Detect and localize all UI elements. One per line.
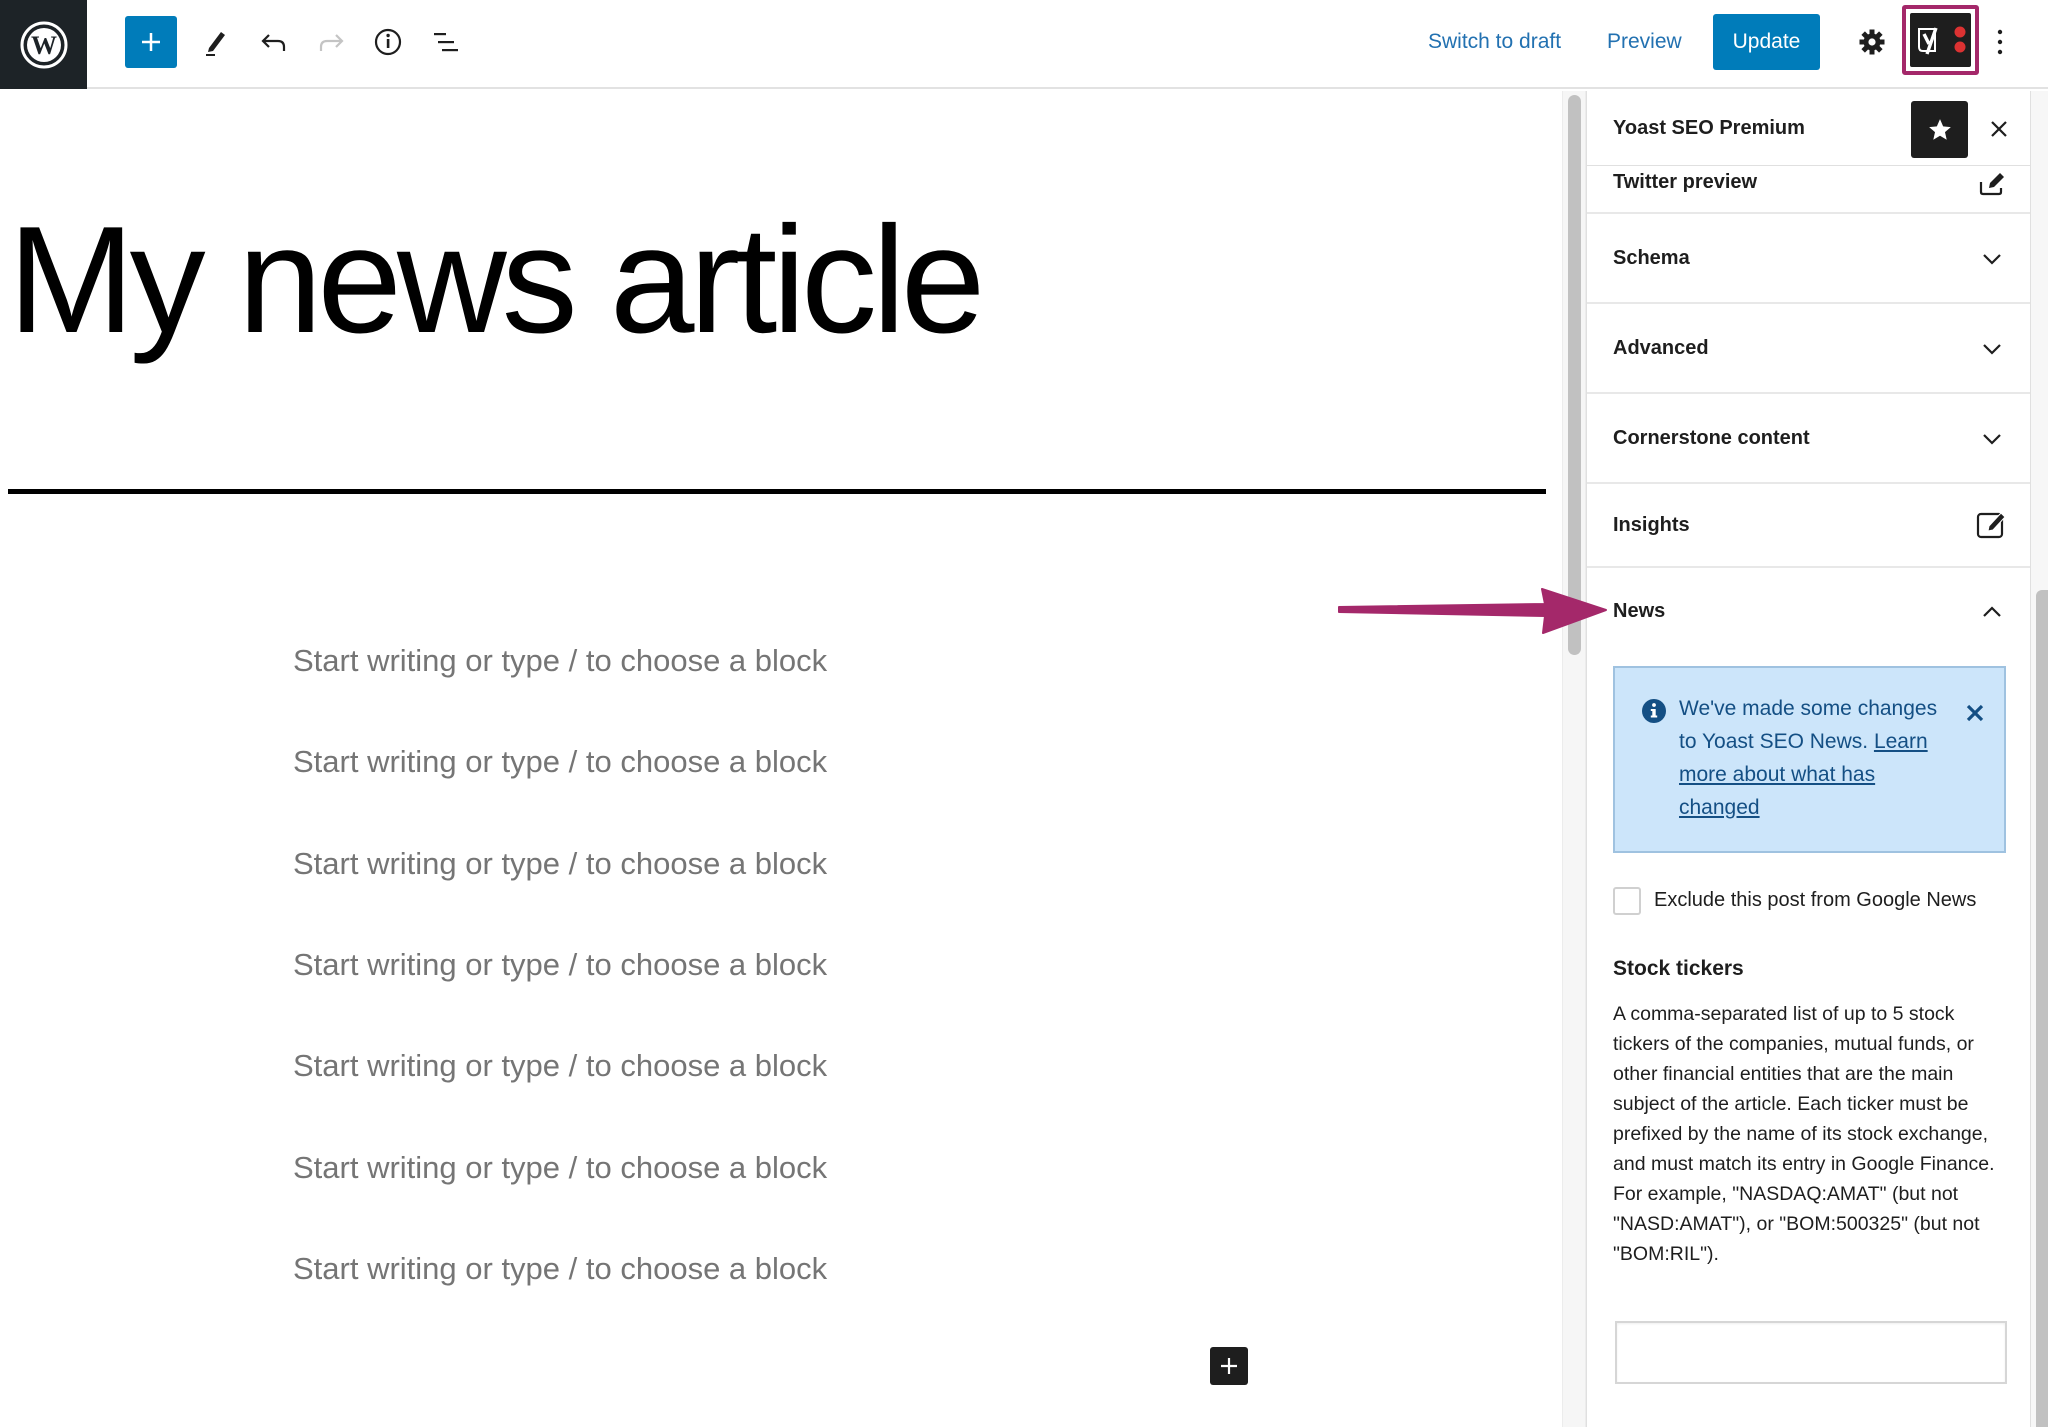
panel-label: Schema (1613, 247, 1690, 269)
panel-advanced[interactable]: Advanced (1587, 304, 2030, 394)
editor-scrollbar-thumb[interactable] (1568, 95, 1581, 655)
options-menu-button[interactable] (1974, 16, 2026, 68)
switch-to-draft-button[interactable]: Switch to draft (1428, 22, 1561, 62)
plus-icon (1221, 1358, 1237, 1374)
panel-insights[interactable]: Insights (1587, 484, 2030, 568)
sidebar-scrollbar-thumb[interactable] (2036, 590, 2048, 1427)
exclude-google-news-row: Exclude this post from Google News (1613, 887, 2013, 917)
pencil-icon (206, 32, 225, 56)
paragraph-placeholder[interactable]: Start writing or type / to choose a bloc… (293, 846, 827, 882)
yoast-seo-button[interactable] (1902, 5, 1979, 75)
paragraph-placeholder[interactable]: Start writing or type / to choose a bloc… (293, 1150, 827, 1186)
preview-button[interactable]: Preview (1607, 22, 1682, 62)
list-view-icon (434, 33, 458, 52)
notice-message: We've made some changes to Yoast SEO New… (1679, 692, 1949, 824)
editor-canvas: My news article Start writing or type / … (0, 91, 1562, 1427)
edit-icon (1976, 167, 2008, 199)
list-view-button[interactable] (420, 16, 472, 68)
chevron-up-icon (1976, 596, 2008, 628)
paragraph-placeholder[interactable]: Start writing or type / to choose a bloc… (293, 1048, 827, 1084)
chevron-down-icon (1976, 423, 2008, 455)
wordpress-logo-icon: W (20, 21, 67, 68)
editor-toolbar: W Switch to draft Preview Update (0, 0, 2048, 89)
undo-icon (261, 34, 286, 51)
add-block-button[interactable] (125, 16, 177, 68)
settings-button[interactable] (1846, 16, 1898, 68)
star-icon (1928, 118, 1951, 140)
close-sidebar-button[interactable] (1979, 109, 2019, 149)
yoast-sidebar: Yoast SEO Premium Twitter preview Schema… (1586, 91, 2031, 1427)
paragraph-placeholder[interactable]: Start writing or type / to choose a bloc… (293, 744, 827, 780)
dismiss-notice-button[interactable] (1960, 698, 1990, 728)
panel-news-header[interactable]: News (1587, 568, 2030, 646)
block-editor: W Switch to draft Preview Update My news… (0, 0, 2048, 1427)
separator-block[interactable] (8, 489, 1546, 494)
yoast-button-face (1910, 13, 1971, 67)
close-icon (1966, 704, 1984, 722)
redo-button[interactable] (305, 16, 357, 68)
stock-tickers-input[interactable] (1615, 1321, 2007, 1384)
panel-schema[interactable]: Schema (1587, 214, 2030, 304)
exclude-google-news-label[interactable]: Exclude this post from Google News (1654, 889, 1976, 912)
paragraph-placeholder[interactable]: Start writing or type / to choose a bloc… (293, 1251, 827, 1287)
sidebar-header: Yoast SEO Premium (1587, 91, 2030, 166)
gear-icon (1859, 29, 1885, 55)
stock-tickers-heading: Stock tickers (1613, 957, 1744, 980)
update-button[interactable]: Update (1713, 14, 1820, 70)
news-changes-notice: We've made some changes to Yoast SEO New… (1613, 666, 2006, 853)
edit-icon (1976, 509, 2008, 541)
close-icon (1991, 121, 2007, 137)
pin-sidebar-button[interactable] (1911, 101, 1968, 158)
svg-text:W: W (31, 31, 57, 60)
paragraph-placeholder[interactable]: Start writing or type / to choose a bloc… (293, 643, 827, 679)
tools-button[interactable] (190, 16, 242, 68)
redo-icon (319, 34, 344, 51)
panel-cornerstone-content[interactable]: Cornerstone content (1587, 394, 2030, 484)
panel-label: Cornerstone content (1613, 427, 1810, 449)
plus-icon (142, 33, 160, 51)
panel-label: Twitter preview (1613, 171, 1758, 193)
yoast-icon (1917, 27, 1938, 55)
info-icon (374, 28, 402, 56)
paragraph-placeholder[interactable]: Start writing or type / to choose a bloc… (293, 947, 827, 983)
chevron-down-icon (1976, 333, 2008, 365)
panel-label: Insights (1613, 514, 1690, 536)
stock-tickers-description: A comma-separated list of up to 5 stock … (1613, 1003, 1995, 1265)
more-vertical-icon (1997, 29, 2003, 55)
sidebar-title: Yoast SEO Premium (1613, 117, 1805, 139)
details-button[interactable] (362, 16, 414, 68)
inline-add-block-button[interactable] (1210, 1347, 1248, 1385)
panel-label: Advanced (1613, 337, 1709, 359)
wordpress-logo-button[interactable]: W (0, 0, 87, 89)
info-icon (1642, 699, 1666, 723)
panel-label: News (1613, 600, 1666, 622)
chevron-down-icon (1976, 243, 2008, 275)
post-title[interactable]: My news article (8, 204, 985, 356)
yoast-score-dots-icon (1954, 26, 1965, 53)
undo-button[interactable] (248, 16, 300, 68)
exclude-google-news-checkbox[interactable] (1613, 887, 1641, 915)
